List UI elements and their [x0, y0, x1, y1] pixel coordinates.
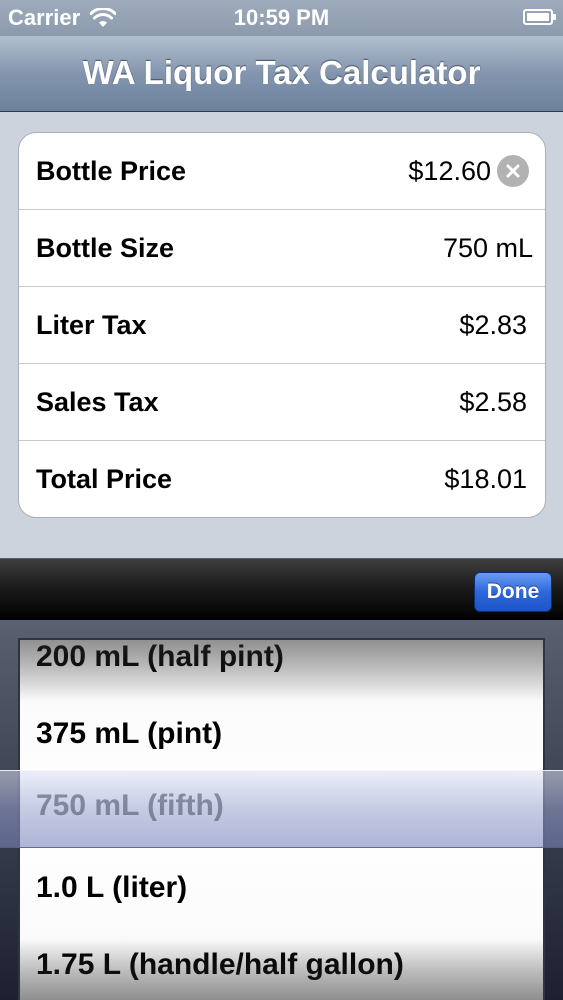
- picker-selected-option[interactable]: 750 mL (fifth): [36, 789, 224, 823]
- status-bar: Carrier 10:59 PM: [0, 0, 563, 36]
- navigation-bar: WA Liquor Tax Calculator: [0, 36, 563, 112]
- bottle-price-value[interactable]: $12.60: [408, 156, 491, 187]
- total-price-label: Total Price: [36, 464, 173, 494]
- sales-tax-label: Sales Tax: [36, 386, 159, 417]
- picker-option[interactable]: 1.75 L (handle/half gallon): [36, 948, 404, 982]
- row-bottle-size[interactable]: Bottle Size 750 mL: [19, 210, 545, 287]
- liter-tax-value: $2.83: [459, 309, 527, 340]
- picker-option[interactable]: 200 mL (half pint): [36, 640, 284, 674]
- row-liter-tax: Liter Tax $2.83: [19, 287, 545, 364]
- main-content: Bottle Price $12.60 Bottle Size 750 mL L…: [0, 112, 563, 558]
- liter-tax-label: Liter Tax: [36, 309, 147, 340]
- clear-icon[interactable]: [497, 155, 529, 187]
- bottle-price-label: Bottle Price: [36, 155, 187, 186]
- picker-selection-indicator[interactable]: 750 mL (fifth): [0, 770, 563, 848]
- page-title: WA Liquor Tax Calculator: [82, 54, 481, 91]
- row-bottle-price[interactable]: Bottle Price $12.60: [19, 133, 545, 210]
- bottle-price-field[interactable]: $12.60: [408, 155, 533, 187]
- status-time: 10:59 PM: [233, 5, 330, 30]
- picker-option[interactable]: 375 mL (pint): [36, 717, 222, 751]
- picker-option[interactable]: 1.0 L (liter): [36, 871, 187, 905]
- bottle-size-label: Bottle Size: [36, 232, 175, 263]
- row-total-price: Total Price $18.01: [19, 441, 545, 517]
- sales-tax-value: $2.58: [459, 386, 527, 417]
- picker-toolbar: Done: [0, 558, 563, 620]
- battery-icon: [523, 9, 556, 25]
- row-sales-tax: Sales Tax $2.58: [19, 364, 545, 441]
- done-button[interactable]: Done: [474, 572, 552, 612]
- bottle-size-value[interactable]: 750 mL: [443, 233, 533, 264]
- total-price-value: $18.01: [444, 464, 527, 494]
- calculator-table: Bottle Price $12.60 Bottle Size 750 mL L…: [18, 132, 546, 518]
